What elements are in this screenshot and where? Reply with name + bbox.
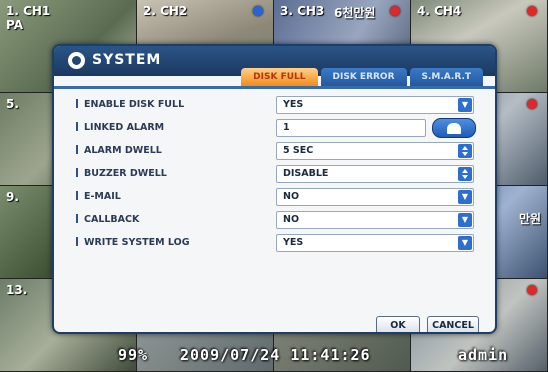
camera-label: 1. CH1 (6, 4, 51, 18)
setting-row-buzzer-dwell: BUZZER DWELL DISABLE (76, 165, 476, 183)
setting-label: E-MAIL (76, 191, 121, 202)
tab-disk-error[interactable]: DISK ERROR (320, 68, 407, 86)
camera-sub-label: PA (6, 18, 23, 32)
alarm-select-button[interactable] (432, 118, 476, 138)
setting-row-linked-alarm: LINKED ALARM 1 (76, 118, 476, 138)
chevron-down-icon[interactable]: ▼ (458, 236, 472, 250)
alarm-bell-icon (447, 123, 461, 134)
chevron-down-icon[interactable]: ▼ (458, 98, 472, 112)
record-dot-icon (390, 6, 400, 16)
hdd-usage: 99% (118, 346, 149, 364)
camera-label: 9. (6, 190, 19, 204)
record-dot-icon (253, 6, 263, 16)
status-bar: 99% 2009/07/24 11:41:26 admin (0, 338, 548, 372)
dialog-title: SYSTEM (92, 52, 162, 68)
setting-label: WRITE SYSTEM LOG (76, 237, 190, 248)
setting-label: LINKED ALARM (76, 122, 164, 133)
setting-row-email: E-MAIL NO ▼ (76, 188, 476, 206)
camera-label: 13. (6, 283, 28, 297)
tab-underline (54, 86, 495, 89)
setting-label: ENABLE DISK FULL (76, 99, 184, 110)
setting-row-write-system-log: WRITE SYSTEM LOG YES ▼ (76, 234, 476, 252)
select-value: YES (283, 237, 304, 248)
setting-row-enable-disk-full: ENABLE DISK FULL YES ▼ (76, 96, 476, 114)
setting-label: ALARM DWELL (76, 145, 162, 156)
alarm-dwell-spinner[interactable]: 5 SEC (276, 142, 474, 160)
spinner-arrows-icon[interactable] (458, 167, 472, 181)
spinner-value: DISABLE (283, 168, 329, 179)
camera-label: 2. CH2 (143, 4, 188, 18)
camera-sub-label: 6천만원 (334, 6, 376, 20)
record-dot-icon (527, 99, 537, 109)
chevron-down-icon[interactable]: ▼ (458, 213, 472, 227)
camera-label: 5. (6, 97, 19, 111)
tab-disk-full[interactable]: DISK FULL (241, 68, 318, 86)
chevron-down-icon[interactable]: ▼ (458, 190, 472, 204)
tab-smart[interactable]: S.M.A.R.T (409, 68, 483, 86)
setting-label: CALLBACK (76, 214, 139, 225)
camera-label: 4. CH4 (417, 4, 462, 18)
field-value: 1 (283, 122, 290, 133)
buzzer-dwell-spinner[interactable]: DISABLE (276, 165, 474, 183)
date-time: 2009/07/24 11:41:26 (180, 346, 371, 364)
callback-select[interactable]: NO ▼ (276, 211, 474, 229)
select-value: NO (283, 214, 300, 225)
linked-alarm-field[interactable]: 1 (276, 119, 426, 137)
setting-row-callback: CALLBACK NO ▼ (76, 211, 476, 229)
write-system-log-select[interactable]: YES ▼ (276, 234, 474, 252)
ok-button[interactable]: OK (376, 316, 420, 332)
cancel-button[interactable]: CANCEL (427, 316, 479, 332)
spinner-value: 5 SEC (283, 145, 314, 156)
select-value: YES (283, 99, 304, 110)
tab-bar: DISK FULL DISK ERROR S.M.A.R.T (241, 68, 483, 86)
setting-label: BUZZER DWELL (76, 168, 167, 179)
camera-sub-label: 만원 (519, 212, 542, 226)
spinner-arrows-icon[interactable] (458, 144, 472, 158)
user-name: admin (458, 346, 509, 364)
record-dot-icon (527, 285, 537, 295)
enable-disk-full-select[interactable]: YES ▼ (276, 96, 474, 114)
gear-icon (68, 52, 85, 69)
record-dot-icon (527, 6, 537, 16)
select-value: NO (283, 191, 300, 202)
camera-label: 3. CH3 (280, 4, 325, 18)
email-select[interactable]: NO ▼ (276, 188, 474, 206)
system-dialog: SYSTEM DISK FULL DISK ERROR S.M.A.R.T EN… (52, 44, 497, 334)
setting-row-alarm-dwell: ALARM DWELL 5 SEC (76, 142, 476, 160)
